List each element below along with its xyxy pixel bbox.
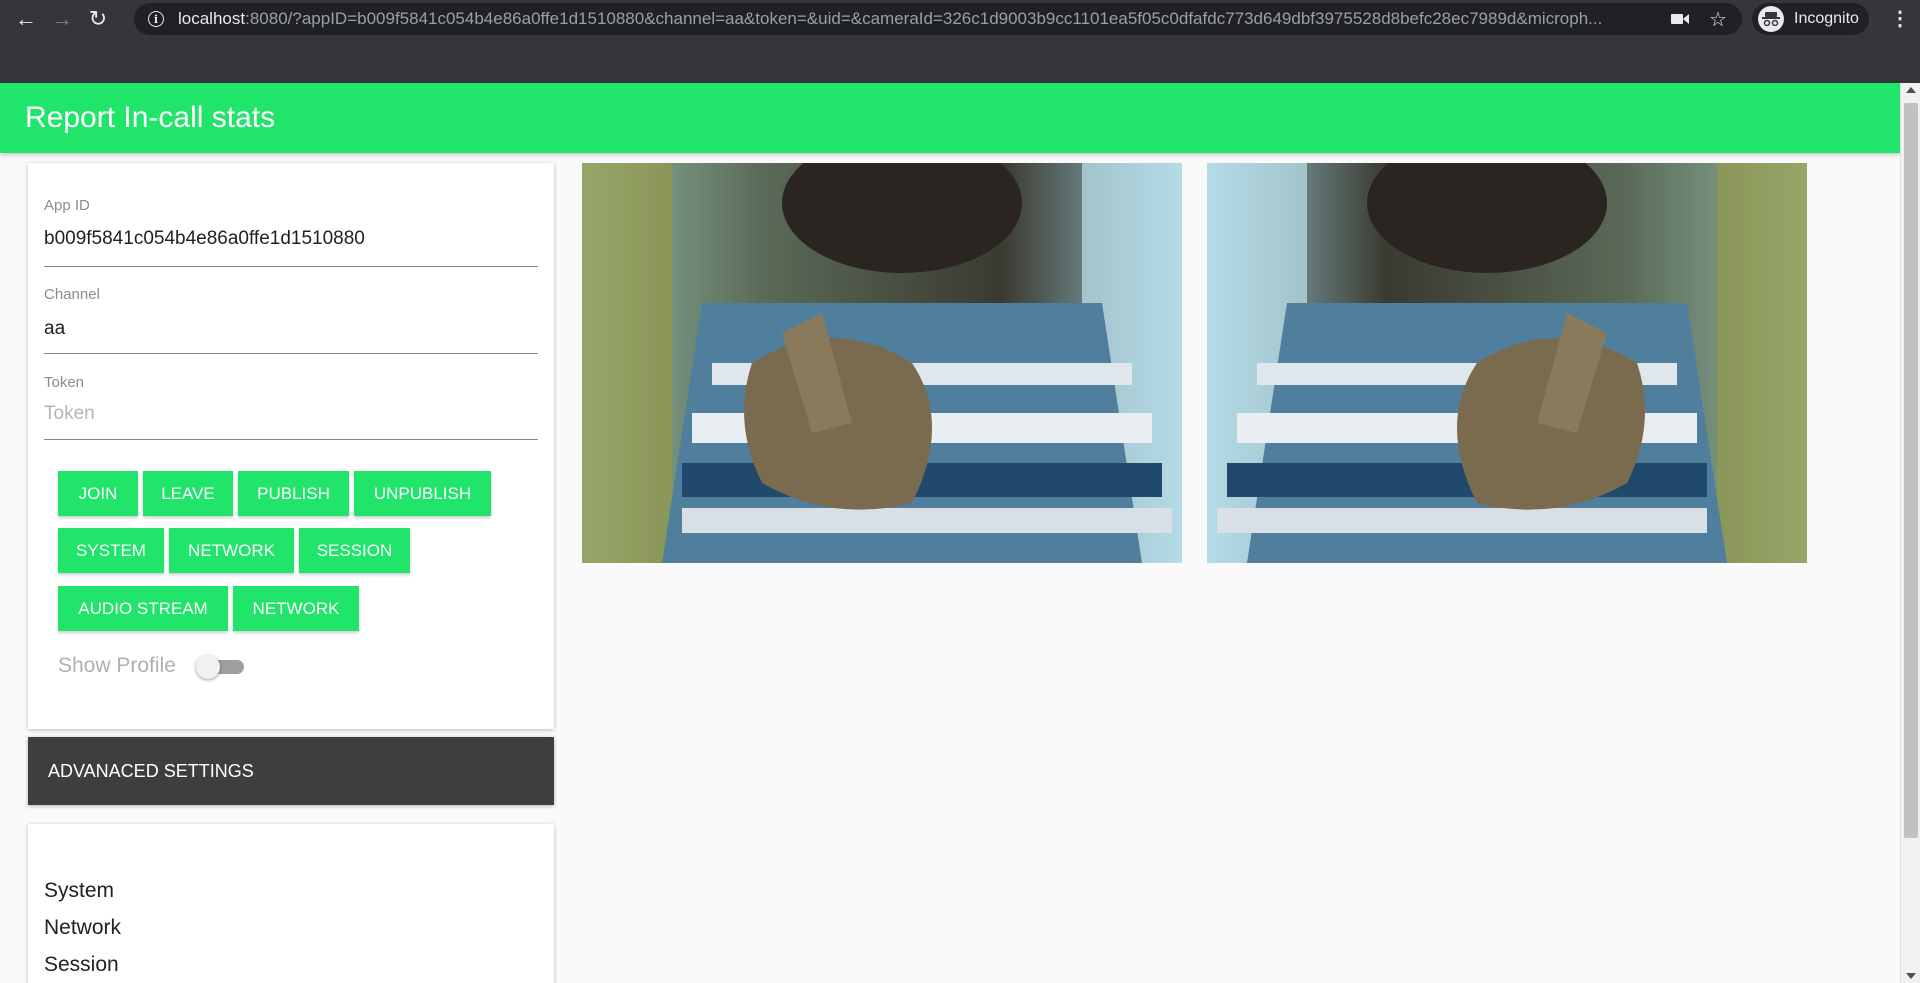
incognito-profile[interactable]: Incognito: [1752, 3, 1869, 35]
toggle-knob: [195, 655, 220, 679]
publish-button[interactable]: PUBLISH: [238, 471, 349, 516]
video-frame-local: [582, 163, 1182, 563]
channel-field[interactable]: Channel aa: [44, 267, 538, 354]
back-icon[interactable]: ←: [8, 1, 44, 37]
channel-label: Channel: [44, 286, 100, 303]
token-field[interactable]: Token: [44, 354, 538, 440]
page-scrollbar[interactable]: [1900, 83, 1920, 983]
url-path: :8080/?appID=b009f5841c054b4e86a0ffe1d15…: [245, 9, 1603, 28]
stats-item-system[interactable]: System: [44, 872, 121, 909]
unpublish-button[interactable]: UNPUBLISH: [354, 471, 491, 516]
join-button[interactable]: JOIN: [58, 471, 138, 516]
browser-chrome: ← → ↻ i localhost:8080/?appID=b009f5841c…: [0, 0, 1920, 83]
button-row-stats: SYSTEM NETWORK SESSION: [58, 528, 415, 573]
network-button[interactable]: NETWORK: [169, 528, 294, 573]
forward-icon[interactable]: →: [44, 1, 80, 37]
settings-form-card: App ID b009f5841c054b4e86a0ffe1d1510880 …: [28, 163, 554, 729]
leave-button[interactable]: LEAVE: [143, 471, 233, 516]
scroll-down-arrow-icon[interactable]: [1906, 973, 1916, 979]
token-label: Token: [44, 374, 85, 391]
button-row-stream: AUDIO STREAM NETWORK: [58, 586, 364, 631]
show-profile-row: Show Profile: [58, 652, 244, 680]
camera-icon[interactable]: [1668, 7, 1692, 31]
stats-item-session[interactable]: Session: [44, 946, 121, 983]
address-bar[interactable]: i localhost:8080/?appID=b009f5841c054b4e…: [134, 3, 1742, 35]
scroll-up-arrow-icon[interactable]: [1906, 87, 1916, 93]
app-id-field[interactable]: App ID b009f5841c054b4e86a0ffe1d1510880: [44, 163, 538, 267]
info-icon[interactable]: i: [148, 11, 164, 27]
button-row-call: JOIN LEAVE PUBLISH UNPUBLISH: [58, 471, 496, 516]
advanced-settings-bar[interactable]: ADVANACED SETTINGS: [28, 737, 554, 805]
app-bar: Report In-call stats: [0, 83, 1900, 153]
stream-network-button[interactable]: NETWORK: [233, 586, 359, 631]
incognito-icon: [1758, 6, 1784, 32]
advanced-settings-label: ADVANACED SETTINGS: [48, 760, 254, 781]
url-host: localhost: [178, 9, 246, 28]
remote-video-feed: [1207, 163, 1807, 563]
stats-card: System Network Session: [28, 824, 554, 983]
audio-stream-button[interactable]: AUDIO STREAM: [58, 586, 228, 631]
app-id-label: App ID: [44, 197, 90, 214]
local-video-feed: [582, 163, 1182, 563]
show-profile-label: Show Profile: [58, 654, 176, 677]
profile-label: Incognito: [1794, 10, 1859, 27]
video-frame-remote: [1207, 163, 1807, 563]
token-input[interactable]: [44, 403, 538, 425]
menu-icon[interactable]: ⋮: [1890, 6, 1910, 32]
star-icon[interactable]: ☆: [1706, 7, 1730, 31]
scroll-thumb[interactable]: [1904, 103, 1918, 838]
app-id-input[interactable]: b009f5841c054b4e86a0ffe1d1510880: [44, 228, 365, 250]
system-button[interactable]: SYSTEM: [58, 528, 164, 573]
session-button[interactable]: SESSION: [299, 528, 410, 573]
show-profile-toggle[interactable]: [195, 652, 244, 680]
reload-icon[interactable]: ↻: [80, 1, 116, 37]
url-text[interactable]: localhost:8080/?appID=b009f5841c054b4e86…: [178, 9, 1658, 29]
stats-list: System Network Session: [44, 872, 121, 983]
stats-item-network[interactable]: Network: [44, 909, 121, 946]
channel-input[interactable]: aa: [44, 318, 65, 340]
page-title: Report In-call stats: [25, 101, 276, 134]
